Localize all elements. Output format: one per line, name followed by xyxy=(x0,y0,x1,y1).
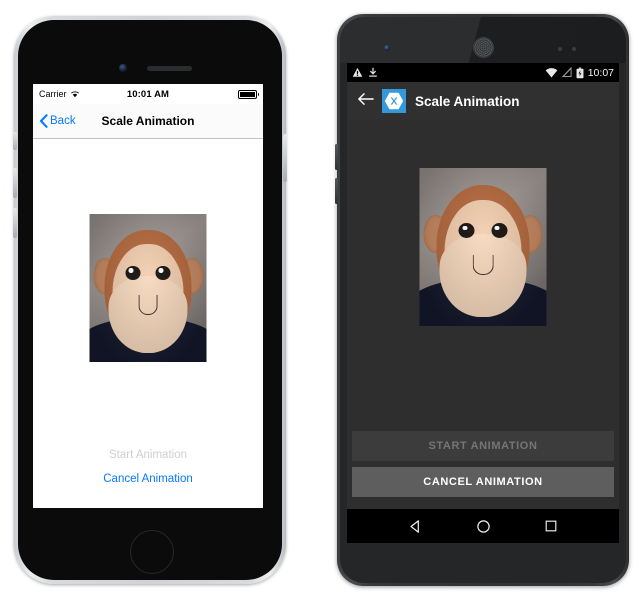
device-comparison-stage: Carrier 10:01 AM Back Scale Animation St… xyxy=(0,0,643,600)
front-camera-icon xyxy=(384,45,390,51)
status-notifications xyxy=(352,67,378,78)
wifi-icon xyxy=(545,67,558,77)
start-animation-button[interactable]: Start Animation xyxy=(33,443,263,467)
cancel-animation-button[interactable]: Cancel Animation xyxy=(33,467,263,491)
volume-up-button[interactable] xyxy=(13,168,17,198)
ios-content-area: Start Animation Cancel Animation xyxy=(33,139,263,508)
iphone-device-frame: Carrier 10:01 AM Back Scale Animation St… xyxy=(13,16,287,584)
nav-recents-square-icon[interactable] xyxy=(544,519,558,533)
warning-triangle-icon xyxy=(352,67,363,77)
ios-clock: 10:01 AM xyxy=(126,88,170,100)
android-clock: 10:07 xyxy=(587,66,614,79)
back-button[interactable]: Back xyxy=(39,114,76,128)
xamarin-logo-icon xyxy=(382,89,406,113)
iphone-screen: Carrier 10:01 AM Back Scale Animation St… xyxy=(33,84,263,508)
nav-home-circle-icon[interactable] xyxy=(476,519,491,534)
ios-navigation-bar: Back Scale Animation xyxy=(33,104,263,139)
back-button-label: Back xyxy=(50,115,76,127)
volume-down-button[interactable] xyxy=(335,178,338,204)
ios-status-bar: Carrier 10:01 AM xyxy=(33,84,263,104)
android-content-area: START ANIMATION CANCEL ANIMATION xyxy=(347,120,619,509)
start-animation-button[interactable]: START ANIMATION xyxy=(352,431,614,461)
android-device-frame: 10:07 Scale Animation START ANIMATION CA… xyxy=(335,14,629,586)
monkey-photo xyxy=(419,168,547,326)
nav-back-triangle-icon[interactable] xyxy=(408,519,423,534)
ios-status-right xyxy=(238,89,259,99)
earpiece-speaker-icon xyxy=(473,37,494,58)
silent-switch[interactable] xyxy=(13,132,17,150)
proximity-sensor-icon xyxy=(558,47,562,51)
battery-full-icon xyxy=(238,89,259,99)
download-icon xyxy=(369,67,377,77)
volume-down-button[interactable] xyxy=(13,208,17,238)
front-camera-icon xyxy=(119,64,127,72)
no-signal-icon xyxy=(561,67,572,78)
cancel-animation-button[interactable]: CANCEL ANIMATION xyxy=(352,467,614,497)
arrow-left-icon xyxy=(358,93,374,105)
page-title: Scale Animation xyxy=(415,93,520,109)
earpiece-speaker-icon xyxy=(147,66,192,71)
light-sensor-icon xyxy=(572,47,576,51)
battery-charging-icon xyxy=(576,67,584,78)
home-button[interactable] xyxy=(130,530,174,574)
chevron-left-icon xyxy=(39,114,48,128)
android-action-buttons: START ANIMATION CANCEL ANIMATION xyxy=(347,431,619,503)
monkey-photo xyxy=(89,214,207,362)
android-bezel: 10:07 Scale Animation START ANIMATION CA… xyxy=(340,17,626,583)
power-button[interactable] xyxy=(283,134,287,182)
volume-up-button[interactable] xyxy=(335,144,338,170)
android-screen: 10:07 Scale Animation START ANIMATION CA… xyxy=(347,63,619,543)
android-app-bar: Scale Animation xyxy=(347,82,619,120)
android-navigation-bar xyxy=(347,509,619,543)
ios-action-buttons: Start Animation Cancel Animation xyxy=(33,443,263,491)
android-status-bar: 10:07 xyxy=(347,63,619,82)
back-button[interactable] xyxy=(357,92,374,110)
status-indicators: 10:07 xyxy=(545,67,614,79)
